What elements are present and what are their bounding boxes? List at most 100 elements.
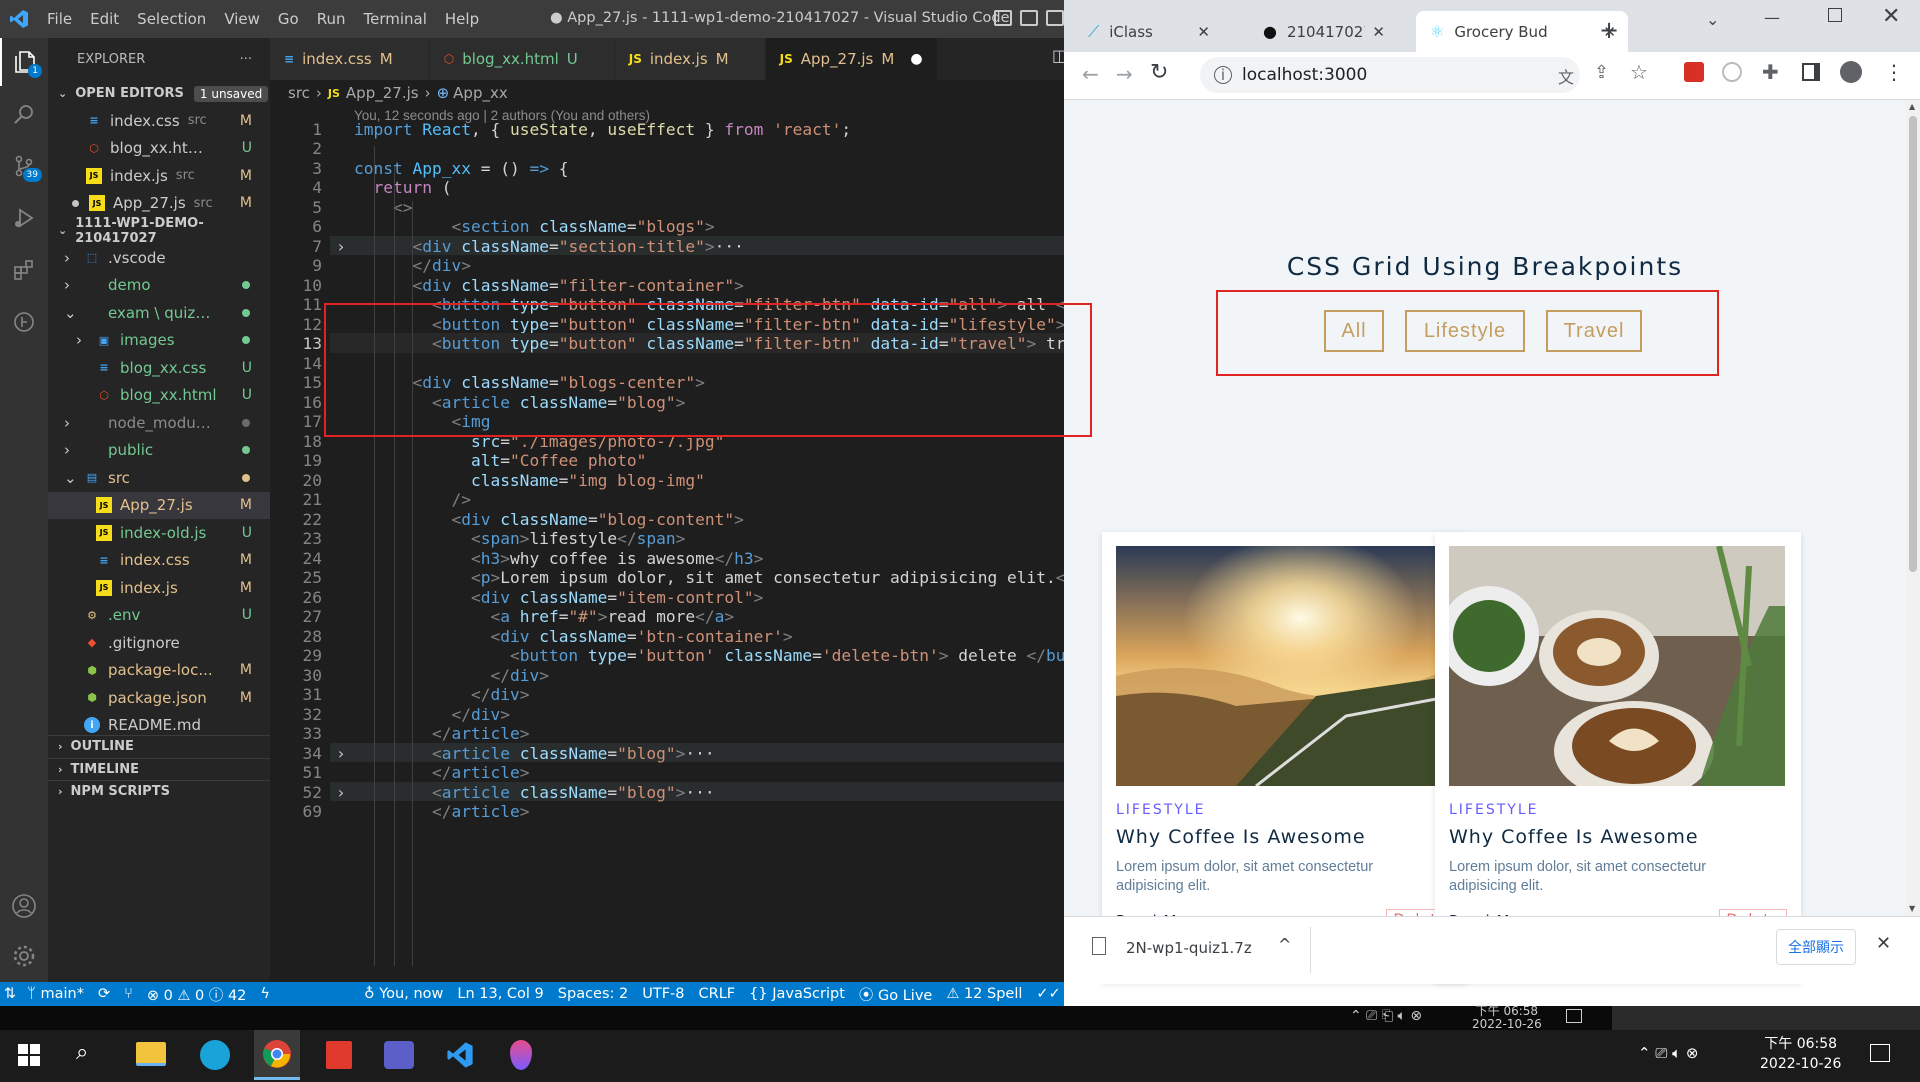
encoding-status[interactable]: UTF-8 bbox=[635, 986, 691, 1002]
open-editor-item[interactable]: ⬡ blog_xx.htm... U bbox=[48, 135, 270, 163]
scrollbar-thumb[interactable] bbox=[1909, 116, 1917, 572]
tree-file[interactable]: ◆ .gitignore bbox=[48, 629, 270, 657]
explorer-more-icon[interactable]: ··· bbox=[240, 52, 252, 67]
windows-start-icon[interactable] bbox=[18, 1044, 40, 1066]
open-editor-item[interactable]: JS App_27.js src M bbox=[48, 190, 270, 218]
extension-red-icon[interactable] bbox=[1684, 62, 1704, 82]
tree-file[interactable]: ≡ blog_xx.css U bbox=[48, 354, 270, 382]
close-tab-icon[interactable]: ✕ bbox=[1372, 23, 1385, 41]
tree-file[interactable]: ⬢ package.json M bbox=[48, 684, 270, 712]
menu-terminal[interactable]: Terminal bbox=[355, 10, 436, 28]
menu-selection[interactable]: Selection bbox=[128, 10, 215, 28]
toggle-secondary-sidebar-icon[interactable] bbox=[1046, 10, 1064, 26]
run-debug-icon[interactable] bbox=[0, 194, 48, 242]
tab-search-chevron-icon[interactable]: ⌄ bbox=[1706, 10, 1719, 29]
tree-file[interactable]: ⬢ package-loc... M bbox=[48, 657, 270, 685]
chevron-up-icon[interactable]: ^ bbox=[1278, 935, 1291, 954]
minimize-button[interactable]: — bbox=[1764, 8, 1780, 27]
section-npm-scripts[interactable]: › NPM SCRIPTS bbox=[48, 780, 270, 803]
code-editor[interactable]: You, 12 seconds ago | 2 authors (You and… bbox=[270, 106, 1075, 982]
scroll-up-arrow-icon[interactable]: ▲ bbox=[1909, 102, 1915, 111]
scroll-down-arrow-icon[interactable]: ▼ bbox=[1909, 904, 1915, 913]
editor-tab[interactable]: JS App_27.js M ● bbox=[765, 38, 938, 80]
notification-center-icon[interactable] bbox=[1870, 1044, 1890, 1062]
translate-icon[interactable]: 文 bbox=[1558, 64, 1574, 88]
settings-gear-icon[interactable] bbox=[0, 932, 48, 980]
tree-file[interactable]: JS index.js M bbox=[48, 574, 270, 602]
chrome-taskbar-button[interactable] bbox=[254, 1030, 300, 1080]
search-icon[interactable]: ⌕ bbox=[76, 1040, 88, 1065]
search-icon[interactable] bbox=[0, 90, 48, 138]
spell-status[interactable]: ⚠ 12 Spell bbox=[939, 986, 1029, 1002]
page-scrollbar[interactable]: ▲ ▼ bbox=[1906, 100, 1920, 916]
reload-icon[interactable]: ↻ bbox=[1150, 60, 1168, 85]
menu-file[interactable]: File bbox=[38, 10, 81, 28]
toggle-panel-icon[interactable] bbox=[1020, 10, 1038, 26]
app-balloon-icon[interactable] bbox=[510, 1040, 532, 1070]
git-graph-status-icon[interactable]: ⑂ bbox=[117, 986, 140, 1002]
extensions-puzzle-icon[interactable]: ✚ bbox=[1762, 60, 1779, 84]
tree-folder[interactable]: › public bbox=[48, 437, 270, 465]
file-explorer-icon[interactable] bbox=[136, 1042, 166, 1066]
tree-file[interactable]: ⬡ blog_xx.html U bbox=[48, 382, 270, 410]
git-graph-icon[interactable] bbox=[0, 298, 48, 346]
show-all-downloads-button[interactable]: 全部顯示 bbox=[1776, 929, 1856, 965]
tree-folder[interactable]: › ⬚ .vscode bbox=[48, 244, 270, 272]
language-status[interactable]: {} JavaScript bbox=[742, 986, 852, 1002]
pdf-reader-icon[interactable] bbox=[326, 1041, 352, 1069]
menu-help[interactable]: Help bbox=[436, 10, 488, 28]
go-live-status[interactable]: ⦿ Go Live bbox=[852, 984, 939, 1005]
tree-folder[interactable]: › ▣ images bbox=[48, 327, 270, 355]
menu-run[interactable]: Run bbox=[308, 10, 355, 28]
address-bar[interactable]: i localhost:3000 bbox=[1200, 57, 1580, 93]
project-folder-section[interactable]: ⌄ 1111-WP1-DEMO-210417027 bbox=[48, 216, 270, 246]
cursor-position[interactable]: Ln 13, Col 9 bbox=[450, 986, 550, 1002]
fold-chevron-icon[interactable]: › bbox=[336, 744, 346, 763]
browser-tab[interactable]: ⟋ iClass ✕ bbox=[1074, 11, 1222, 52]
edge-icon[interactable] bbox=[200, 1040, 230, 1070]
unsaved-dot-icon[interactable] bbox=[72, 199, 79, 207]
problems-status[interactable]: ⊗ 0 ⚠ 0 ⓘ 42 bbox=[140, 984, 254, 1005]
download-filename[interactable]: 2N-wp1-quiz1.7z bbox=[1126, 939, 1252, 957]
vscode-taskbar-icon[interactable] bbox=[446, 1041, 474, 1069]
tree-folder[interactable]: › node_modules bbox=[48, 409, 270, 437]
fold-chevron-icon[interactable]: › bbox=[336, 783, 346, 802]
share-icon[interactable]: ⇪ bbox=[1594, 62, 1609, 83]
close-window-button[interactable]: ✕ bbox=[1882, 4, 1900, 29]
fold-chevron-icon[interactable]: › bbox=[336, 237, 346, 256]
open-editors-section[interactable]: ⌄ OPEN EDITORS 1 unsaved bbox=[48, 80, 270, 107]
menu-view[interactable]: View bbox=[215, 10, 269, 28]
filter-travel-button[interactable]: Travel bbox=[1546, 310, 1642, 352]
forward-arrow-icon[interactable]: → bbox=[1116, 62, 1133, 86]
explorer-icon[interactable]: 1 bbox=[0, 38, 48, 86]
toggle-sidebar-icon[interactable] bbox=[994, 10, 1012, 26]
info-icon[interactable]: i bbox=[1214, 66, 1232, 84]
source-control-icon[interactable]: 39 bbox=[0, 142, 48, 190]
blame-status[interactable]: ♁ You, now bbox=[357, 986, 450, 1002]
bookmark-star-icon[interactable]: ☆ bbox=[1630, 60, 1648, 84]
teams-icon[interactable] bbox=[384, 1041, 414, 1069]
chrome-menu-icon[interactable]: ⋮ bbox=[1884, 60, 1904, 84]
breadcrumb-item[interactable]: src bbox=[288, 84, 310, 102]
sync-icon[interactable]: ⟳ bbox=[91, 986, 117, 1002]
lightning-icon[interactable]: ϟ bbox=[253, 986, 277, 1002]
remote-icon[interactable]: ⇅ bbox=[0, 986, 20, 1002]
maximize-button[interactable] bbox=[1828, 8, 1842, 22]
tree-folder[interactable]: ⌄ ▤ src bbox=[48, 464, 270, 492]
tree-file[interactable]: ⚙ .env U bbox=[48, 602, 270, 630]
breadcrumb-item[interactable]: App_xx bbox=[453, 84, 508, 102]
branch-status[interactable]: ᛘ main* bbox=[20, 986, 91, 1002]
editor-tab[interactable]: ⬡ blog_xx.html U bbox=[429, 38, 615, 80]
open-editor-item[interactable]: JS index.js src M bbox=[48, 162, 270, 190]
indentation-status[interactable]: Spaces: 2 bbox=[551, 986, 635, 1002]
accounts-icon[interactable] bbox=[0, 882, 48, 930]
new-tab-button[interactable]: + bbox=[1599, 16, 1619, 44]
browser-tab[interactable]: ⚛ Grocery Bud ✕ bbox=[1416, 11, 1628, 52]
breadcrumb-item[interactable]: App_27.js bbox=[346, 84, 419, 102]
filter-all-button[interactable]: All bbox=[1324, 310, 1384, 352]
editor-tab[interactable]: JS index.js M bbox=[614, 38, 766, 80]
extension-circle-icon[interactable] bbox=[1722, 62, 1742, 82]
unsaved-dot-icon[interactable]: ● bbox=[910, 51, 922, 67]
tree-folder[interactable]: › demo bbox=[48, 272, 270, 300]
back-arrow-icon[interactable]: ← bbox=[1082, 62, 1099, 86]
